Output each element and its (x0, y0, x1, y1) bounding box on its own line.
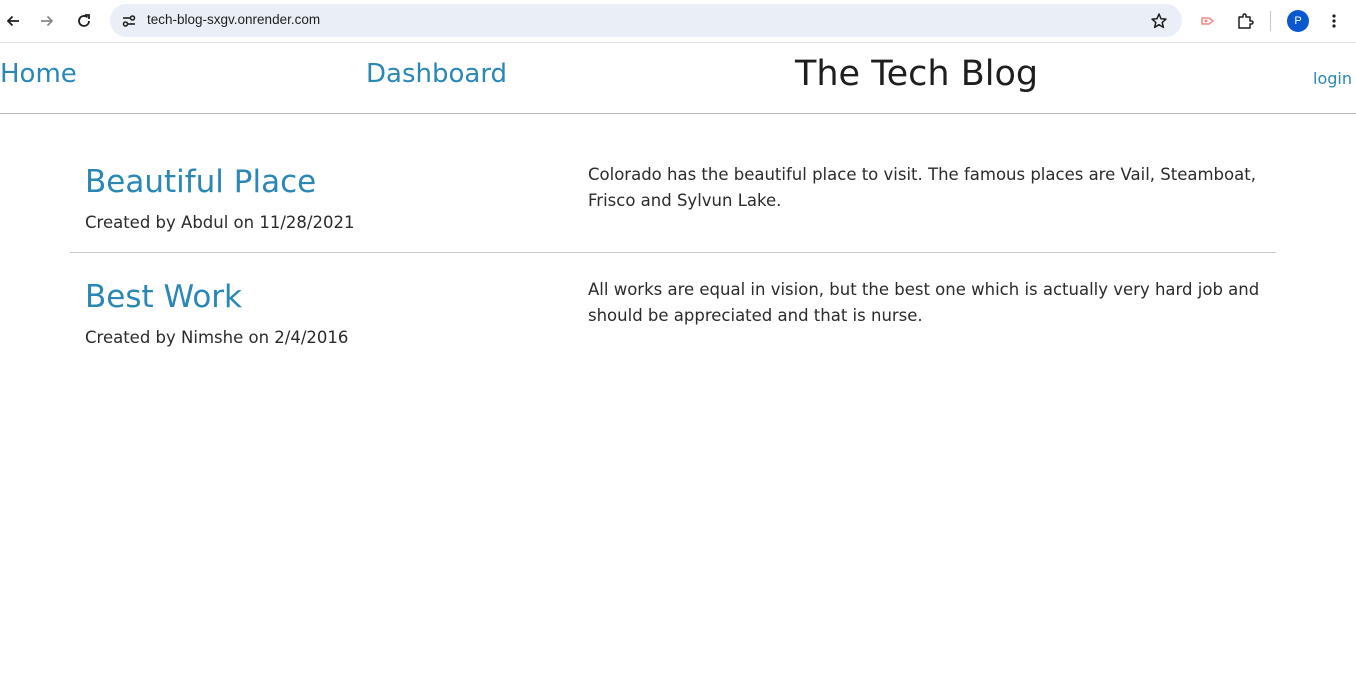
extension-icon (1201, 17, 1214, 25)
post-card: Best Work Created by Nimshe on 2/4/2016 … (70, 253, 1276, 363)
post-meta: Created by Abdul on 11/28/2021 (85, 213, 355, 232)
back-button[interactable] (0, 8, 26, 34)
profile-avatar[interactable]: P (1287, 10, 1309, 32)
bookmark-button[interactable] (1148, 10, 1170, 32)
extensions-menu-button[interactable] (1233, 9, 1257, 33)
back-arrow-icon (6, 15, 19, 27)
url-text[interactable]: tech-blog-sxgv.onrender.com (147, 12, 320, 27)
toolbar-divider (1270, 11, 1271, 31)
site-info-button[interactable] (116, 8, 142, 34)
extension-button[interactable] (1196, 9, 1220, 33)
post-title-link[interactable]: Beautiful Place (85, 164, 316, 200)
post-title-link[interactable]: Best Work (85, 279, 242, 315)
forward-button[interactable] (34, 8, 60, 34)
post-body: All works are equal in vision, but the b… (588, 280, 1260, 325)
post-list: Beautiful Place Created by Abdul on 11/2… (70, 150, 1276, 363)
post-body: Colorado has the beautiful place to visi… (588, 165, 1256, 210)
bookmark-star-icon (1151, 13, 1167, 29)
forward-arrow-icon (41, 15, 54, 27)
site-info-icon (122, 15, 136, 27)
nav-login-link[interactable]: login (1313, 69, 1352, 88)
reload-button[interactable] (71, 8, 97, 34)
post-meta: Created by Nimshe on 2/4/2016 (85, 328, 349, 347)
site-header: Home Dashboard The Tech Blog login (0, 44, 1356, 114)
kebab-menu-icon (1332, 14, 1336, 28)
site-title: The Tech Blog (795, 54, 1039, 94)
reload-icon (78, 14, 90, 27)
browser-menu-button[interactable] (1322, 9, 1346, 33)
nav-home-link[interactable]: Home (0, 59, 77, 89)
nav-dashboard-link[interactable]: Dashboard (366, 59, 507, 89)
puzzle-icon (1238, 13, 1254, 29)
address-bar[interactable]: tech-blog-sxgv.onrender.com (110, 4, 1182, 37)
browser-toolbar: tech-blog-sxgv.onrender.com P (0, 0, 1356, 43)
post-card: Beautiful Place Created by Abdul on 11/2… (70, 150, 1276, 253)
